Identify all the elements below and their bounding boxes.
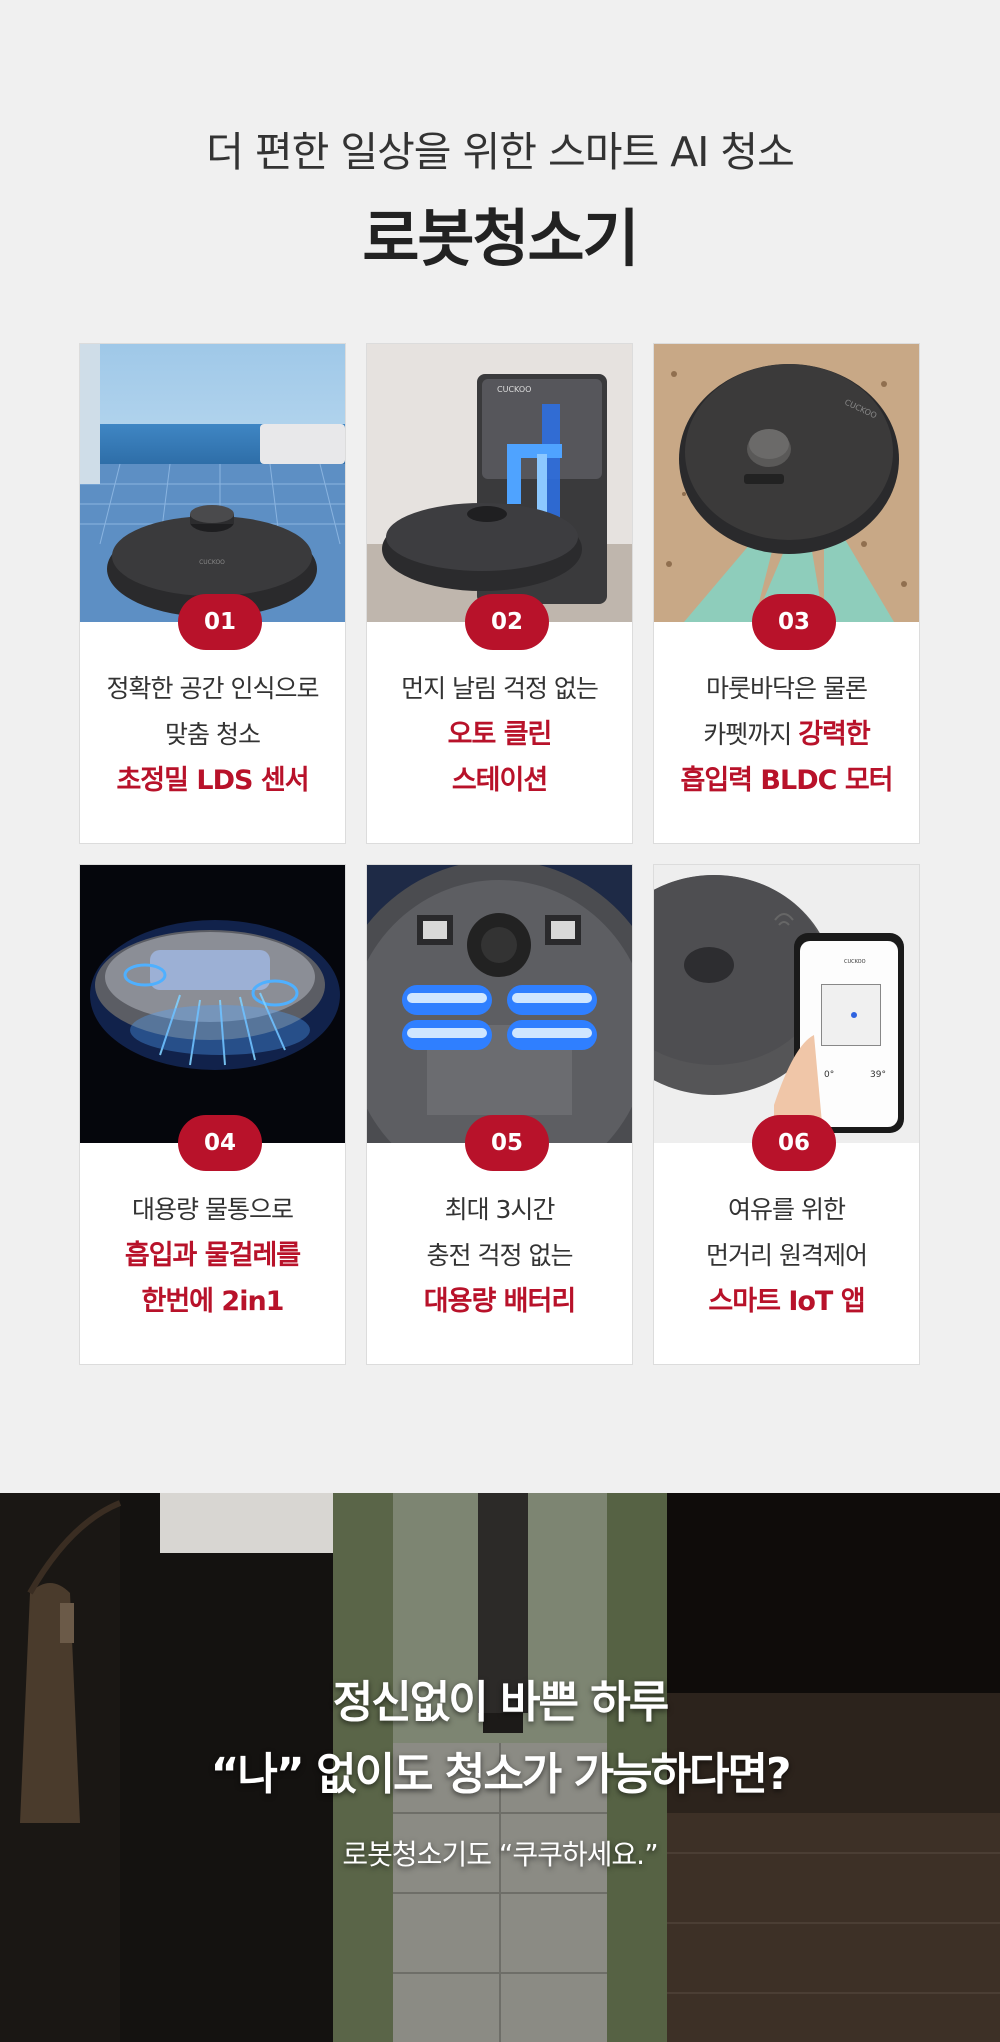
card-text: 정확한 공간 인식으로 맞춤 청소 초정밀 LDS 센서 bbox=[80, 666, 345, 804]
feature-card-2in1: 04 대용량 물통으로 흡입과 물걸레를 한번에 2in1 bbox=[79, 864, 346, 1365]
card-line: 여유를 위한 bbox=[728, 1195, 846, 1224]
card-line: 정확한 공간 인식으로 bbox=[106, 674, 320, 703]
card-line: 마룻바닥은 물론 bbox=[706, 674, 868, 703]
card-line: 충전 걱정 없는 bbox=[426, 1241, 574, 1270]
robot-logo-text: CUCKOO bbox=[199, 559, 225, 566]
bldc-motor-image: CUCKOO bbox=[654, 344, 919, 622]
feature-card-lds-sensor: CUCKOO 01 정확한 공간 인식으로 맞춤 청소 초정밀 LDS 센서 bbox=[79, 343, 346, 844]
feature-card-bldc-motor: CUCKOO 03 마룻바닥은 물론 카펫까지 강력한 흡입력 BLDC 모터 bbox=[653, 343, 920, 844]
card-mixed-prefix: 카펫까지 bbox=[703, 720, 799, 749]
card-highlight: 흡입과 물걸레를 bbox=[124, 1240, 301, 1271]
card-highlight: 흡입력 BLDC 모터 bbox=[680, 765, 893, 796]
card-highlight: 대용량 배터리 bbox=[423, 1286, 576, 1317]
card-line: 먼거리 원격제어 bbox=[706, 1241, 868, 1270]
card-text: 대용량 물통으로 흡입과 물걸레를 한번에 2in1 bbox=[80, 1187, 345, 1325]
card-highlight: 스마트 IoT 앱 bbox=[708, 1286, 865, 1317]
card-text: 최대 3시간 충전 걱정 없는 대용량 배터리 bbox=[367, 1187, 632, 1325]
card-highlight: 한번에 2in1 bbox=[141, 1286, 285, 1317]
feature-grid: CUCKOO 01 정확한 공간 인식으로 맞춤 청소 초정밀 LDS 센서 C… bbox=[79, 343, 921, 1365]
app-temp-high: 39° bbox=[870, 1070, 886, 1080]
feature-card-auto-clean: CUCKOO 02 먼지 날림 걱정 없는 오토 클린 스테이션 bbox=[366, 343, 633, 844]
iot-app-image: CUCKOO 0° 39° bbox=[654, 865, 919, 1143]
app-logo-text: CUCKOO bbox=[844, 959, 866, 965]
card-number-badge: 04 bbox=[178, 1115, 262, 1171]
lds-sensor-image: CUCKOO bbox=[80, 344, 345, 622]
card-text: 마룻바닥은 물론 카펫까지 강력한 흡입력 BLDC 모터 bbox=[654, 666, 919, 804]
card-mixed-highlight: 강력한 bbox=[798, 719, 871, 750]
banner-headline-1: 정신없이 바쁜 하루 bbox=[332, 1677, 669, 1728]
card-number-badge: 06 bbox=[752, 1115, 836, 1171]
feature-card-battery: 05 최대 3시간 충전 걱정 없는 대용량 배터리 bbox=[366, 864, 633, 1365]
card-line: 최대 3시간 bbox=[444, 1195, 556, 1224]
banner-tagline: 로봇청소기도 “쿠쿠하세요.” bbox=[342, 1838, 658, 1871]
card-number-badge: 03 bbox=[752, 594, 836, 650]
water-tank-image bbox=[80, 865, 345, 1143]
card-line: 대용량 물통으로 bbox=[132, 1195, 294, 1224]
card-text: 먼지 날림 걱정 없는 오토 클린 스테이션 bbox=[367, 666, 632, 804]
station-logo-text: CUCKOO bbox=[497, 385, 531, 394]
feature-card-iot-app: CUCKOO 0° 39° 06 여유를 위한 먼거리 원격제어 스마트 IoT… bbox=[653, 864, 920, 1365]
card-line: 먼지 날림 걱정 없는 bbox=[401, 674, 599, 703]
battery-image bbox=[367, 865, 632, 1143]
header-section: 더 편한 일상을 위한 스마트 AI 청소 로봇청소기 bbox=[0, 0, 1000, 320]
card-number-badge: 05 bbox=[465, 1115, 549, 1171]
page-title: 로봇청소기 bbox=[362, 202, 639, 275]
app-temp-low: 0° bbox=[824, 1070, 834, 1080]
card-highlight: 오토 클린 bbox=[447, 719, 553, 750]
card-text: 여유를 위한 먼거리 원격제어 스마트 IoT 앱 bbox=[654, 1187, 919, 1325]
card-number-badge: 01 bbox=[178, 594, 262, 650]
card-number-badge: 02 bbox=[465, 594, 549, 650]
banner-headline-2: “나” 없이도 청소가 가능하다면? bbox=[210, 1749, 791, 1800]
card-mixed-line: 카펫까지 강력한 bbox=[654, 712, 919, 758]
page-subtitle: 더 편한 일상을 위한 스마트 AI 청소 bbox=[206, 128, 795, 176]
auto-clean-station-image: CUCKOO bbox=[367, 344, 632, 622]
card-line: 맞춤 청소 bbox=[165, 720, 261, 749]
card-highlight: 스테이션 bbox=[451, 765, 548, 796]
card-highlight: 초정밀 LDS 센서 bbox=[116, 765, 309, 796]
